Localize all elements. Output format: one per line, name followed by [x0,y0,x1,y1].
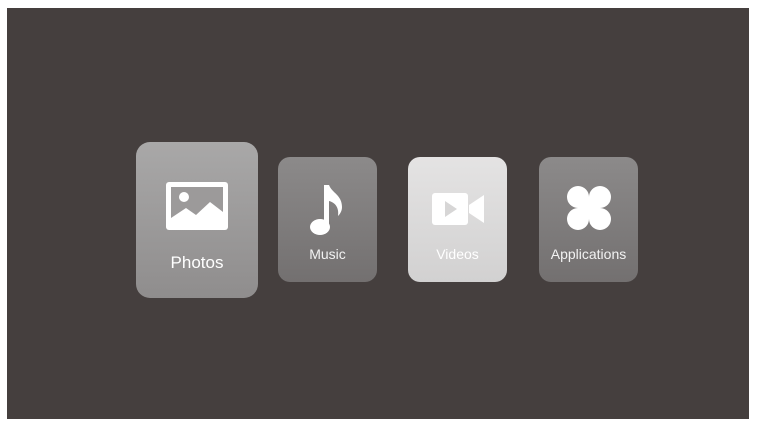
applications-tile[interactable]: Applications [539,157,638,282]
music-tile[interactable]: Music [278,157,377,282]
photos-tile[interactable]: Photos [136,142,258,298]
videos-label: Videos [436,246,479,262]
applications-label: Applications [550,246,627,262]
video-camera-icon [431,193,484,225]
music-label: Music [309,246,346,262]
photos-label: Photos [170,253,224,272]
apps-icon [566,186,611,230]
videos-tile[interactable]: Videos [408,157,507,282]
music-note-icon [309,185,342,235]
photo-icon [166,182,228,230]
media-home-screen: Photos Music Videos Applications [7,8,749,419]
